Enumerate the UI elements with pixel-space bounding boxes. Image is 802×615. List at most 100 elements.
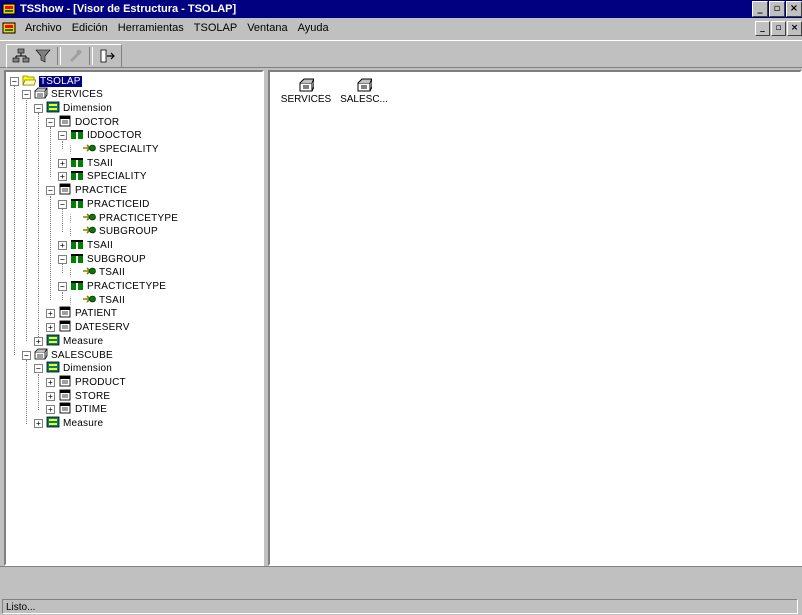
menu-herramientas[interactable]: Herramientas xyxy=(113,22,189,34)
tree-node-practicetype[interactable]: − PRACTICETYPE xyxy=(58,280,166,294)
collapse-icon[interactable]: − xyxy=(22,90,31,100)
collapse-icon[interactable]: − xyxy=(10,76,19,86)
key-field-icon xyxy=(71,253,83,263)
menu-tsolap[interactable]: TSOLAP xyxy=(189,22,242,34)
expand-icon[interactable]: + xyxy=(46,323,55,333)
tree-guide-line xyxy=(50,127,51,177)
collapse-icon[interactable]: − xyxy=(58,199,67,209)
tree-node-practiceid[interactable]: − PRACTICEID xyxy=(58,197,150,211)
key-field-icon xyxy=(71,239,83,249)
menu-archivo[interactable]: Archivo xyxy=(20,22,67,34)
tree-node-services[interactable]: − SERVICES xyxy=(22,87,103,102)
expand-icon[interactable]: + xyxy=(58,172,67,182)
menu-ventana[interactable]: Ventana xyxy=(242,22,292,34)
title-bar: TSShow - [Visor de Estructura - TSOLAP] … xyxy=(0,0,802,18)
cube-icon xyxy=(34,348,48,359)
content-pane[interactable]: SERVICES SALESC... xyxy=(268,70,802,566)
maximize-button[interactable]: ▫ xyxy=(769,1,785,17)
structure-tree[interactable]: − TSOLAP − SERVICES − Dimension − DOCTOR − IDDOCT… xyxy=(4,70,264,566)
collapse-icon[interactable]: − xyxy=(46,186,55,196)
tree-node-salescube[interactable]: − SALESCUBE xyxy=(22,348,113,362)
tree-node-iddoctor[interactable]: − IDDOCTOR xyxy=(58,129,142,143)
tree-node-icon xyxy=(46,416,63,431)
tree-node-label: PRACTICE xyxy=(75,185,128,197)
link-key-icon xyxy=(83,212,96,221)
tree-guide-line xyxy=(26,99,27,342)
table-icon xyxy=(59,306,71,318)
key-field-icon xyxy=(71,157,83,167)
toolbar-separator-2 xyxy=(89,47,93,65)
tree-node-measure[interactable]: + Measure xyxy=(34,334,103,348)
menu-edicion[interactable]: Edición xyxy=(67,22,113,34)
collapse-icon[interactable]: − xyxy=(22,350,31,360)
table-icon xyxy=(59,402,71,414)
tree-node-subgroup[interactable]: − SUBGROUP xyxy=(58,252,146,266)
tree-node-tsaii-4[interactable]: TSAII xyxy=(70,293,125,307)
tree-node-subgroup-key[interactable]: SUBGROUP xyxy=(70,225,158,239)
tree-node-product[interactable]: + PRODUCT xyxy=(46,375,126,389)
expand-icon[interactable]: + xyxy=(46,377,55,387)
cube-item-services[interactable]: SERVICES xyxy=(274,78,338,105)
tree-node-doctor[interactable]: − DOCTOR xyxy=(46,115,119,129)
mdi-restore-button[interactable]: ▫ xyxy=(771,21,786,36)
collapse-icon[interactable]: − xyxy=(34,364,43,374)
tree-node-tsaii[interactable]: + TSAII xyxy=(58,156,113,170)
tree-node-speciality[interactable]: + SPECIALITY xyxy=(58,170,147,184)
tree-node-label: Measure xyxy=(63,335,104,347)
cube-item-salescube[interactable]: SALESC... xyxy=(332,78,396,105)
app-icon[interactable] xyxy=(2,2,16,16)
tool-button-disabled[interactable] xyxy=(64,46,86,66)
menu-ayuda[interactable]: Ayuda xyxy=(293,22,334,34)
dimension-icon xyxy=(46,101,60,113)
table-icon xyxy=(59,375,71,387)
exit-button[interactable] xyxy=(96,46,118,66)
tree-node-label: TSAII xyxy=(99,267,126,279)
minimize-button[interactable]: _ xyxy=(752,1,768,17)
collapse-icon[interactable]: − xyxy=(58,282,67,291)
expand-icon[interactable]: + xyxy=(46,405,55,415)
expand-icon[interactable]: + xyxy=(34,419,43,428)
tree-guide-line xyxy=(50,195,51,301)
collapse-icon[interactable]: − xyxy=(58,254,67,264)
expand-icon[interactable]: + xyxy=(58,158,67,168)
tree-node-label: SERVICES xyxy=(51,89,103,101)
collapse-icon[interactable]: − xyxy=(46,117,55,127)
expand-icon[interactable]: + xyxy=(58,240,67,250)
filter-button[interactable] xyxy=(32,46,54,66)
collapse-icon[interactable]: − xyxy=(34,103,43,113)
key-field-icon xyxy=(71,281,83,290)
tree-node-measure-2[interactable]: + Measure xyxy=(34,416,103,431)
tree-node-practicetype-key[interactable]: PRACTICETYPE xyxy=(70,211,178,225)
tree-node-label: TSAII xyxy=(87,239,114,251)
measure-icon xyxy=(46,334,60,346)
tree-node-tsaii-2[interactable]: + TSAII xyxy=(58,238,113,252)
link-key-icon xyxy=(83,226,96,234)
tree-node-tsaii-3[interactable]: TSAII xyxy=(70,266,125,280)
tree-node-practice[interactable]: − PRACTICE xyxy=(46,183,128,198)
expand-icon[interactable]: + xyxy=(46,309,55,319)
tree-connector xyxy=(70,227,79,237)
expand-icon[interactable]: + xyxy=(34,336,43,346)
tree-guide-line xyxy=(38,113,39,342)
document-icon[interactable] xyxy=(2,21,16,35)
bottom-band xyxy=(0,566,802,597)
tool-icon xyxy=(70,49,82,62)
tree-node-speciality-key[interactable]: SPECIALITY xyxy=(70,143,159,157)
tree-node-patient[interactable]: + PATIENT xyxy=(46,306,117,321)
collapse-icon[interactable]: − xyxy=(58,131,67,141)
structure-view-button[interactable] xyxy=(10,46,32,66)
tree-guide-line xyxy=(26,360,27,424)
mdi-minimize-button[interactable]: _ xyxy=(755,21,770,36)
tree-node-dimension[interactable]: − Dimension xyxy=(34,101,112,115)
tree-node-dtime[interactable]: + DTIME xyxy=(46,402,107,417)
tree-node-dimension-2[interactable]: − Dimension xyxy=(34,361,112,376)
tree-node-store[interactable]: + STORE xyxy=(46,389,110,403)
tree-node-dateserv[interactable]: + DATESERV xyxy=(46,320,130,335)
tree-node-tsolap[interactable]: − TSOLAP xyxy=(10,74,82,88)
mdi-close-button[interactable]: × xyxy=(787,21,802,36)
close-button[interactable]: × xyxy=(786,1,802,17)
window-title: TSShow - [Visor de Estructura - TSOLAP] xyxy=(20,3,237,15)
expand-icon[interactable]: + xyxy=(46,391,55,401)
toolbar xyxy=(0,40,802,68)
tree-node-label: SUBGROUP xyxy=(87,253,146,265)
